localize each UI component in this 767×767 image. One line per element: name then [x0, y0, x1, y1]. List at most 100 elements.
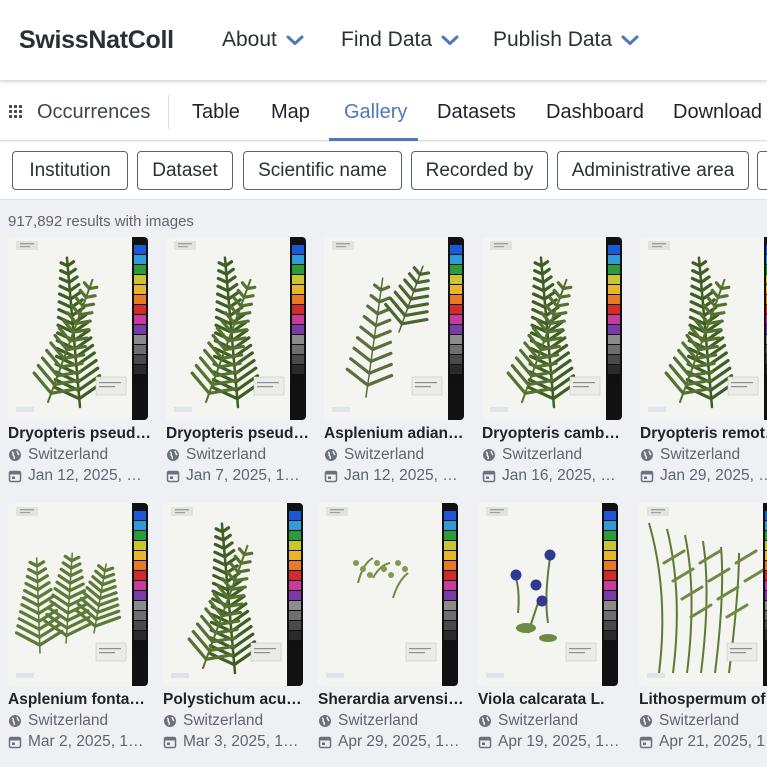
card-date: Jan 7, 2025, 1… — [166, 466, 312, 486]
filter-institution[interactable]: Institution — [12, 151, 128, 190]
card-title[interactable]: Dryopteris pseud… — [8, 425, 154, 443]
card-country-text: Switzerland — [502, 446, 583, 463]
card-title[interactable]: Dryopteris camb… — [482, 425, 628, 443]
nav-about[interactable]: About — [222, 26, 304, 54]
gallery-card[interactable]: Dryopteris camb… Switzerland Jan 16, 2025,… — [482, 237, 632, 484]
card-date-text: Mar 3, 2025, 1… — [183, 733, 299, 750]
card-country-text: Switzerland — [338, 712, 419, 729]
specimen-image[interactable] — [318, 503, 458, 686]
card-date: Mar 2, 2025, 1… — [8, 732, 154, 752]
specimen-image[interactable] — [163, 503, 303, 686]
gallery-card[interactable]: Dryopteris pseud… Switzerland Jan 7, 2025,… — [166, 237, 316, 484]
gallery-card[interactable]: Dryopteris remot… Switzerland Jan 29, 2025… — [640, 237, 767, 484]
gallery-card[interactable]: Sherardia arvensi… Switzerland Apr 29, 202… — [318, 503, 468, 750]
specimen-image[interactable] — [478, 503, 618, 686]
tab-table[interactable]: Table — [192, 100, 240, 124]
card-date: Jan 12, 2025, … — [324, 466, 470, 486]
filter-more[interactable] — [757, 151, 767, 190]
specimen-image[interactable] — [166, 237, 306, 420]
calendar-icon — [478, 735, 492, 749]
globe-icon — [324, 448, 338, 462]
globe-icon — [640, 448, 654, 462]
card-country: Switzerland — [8, 711, 154, 731]
card-country: Switzerland — [166, 445, 312, 465]
gallery-card[interactable]: Lithospermum off… Switzerland Apr 21, 2025… — [639, 503, 767, 750]
card-title[interactable]: Dryopteris remot… — [640, 425, 767, 443]
specimen-image[interactable] — [8, 503, 148, 686]
card-date-text: Mar 2, 2025, 1… — [28, 733, 144, 750]
card-country-text: Switzerland — [28, 712, 109, 729]
view-tab-bar: Occurrences Table Map Gallery Datasets D… — [0, 82, 767, 141]
card-country-text: Switzerland — [28, 446, 109, 463]
tab-download[interactable]: Download — [673, 100, 762, 124]
active-tab-indicator — [329, 138, 418, 141]
results-count: 917,892 results with images — [8, 213, 194, 230]
calendar-icon — [8, 735, 22, 749]
calendar-icon — [8, 469, 22, 483]
filter-dataset[interactable]: Dataset — [137, 151, 233, 190]
globe-icon — [166, 448, 180, 462]
card-country-text: Switzerland — [183, 712, 264, 729]
card-title[interactable]: Lithospermum off… — [639, 691, 767, 709]
globe-icon — [639, 714, 653, 728]
calendar-icon — [163, 735, 177, 749]
tab-divider — [168, 95, 169, 129]
calendar-icon — [166, 469, 180, 483]
tab-map[interactable]: Map — [271, 100, 310, 124]
gallery-card[interactable]: Asplenium fonta… Switzerland Mar 2, 2025, … — [8, 503, 158, 750]
nav-find-data[interactable]: Find Data — [341, 26, 459, 54]
calendar-icon — [639, 735, 653, 749]
card-title[interactable]: Asplenium adian… — [324, 425, 470, 443]
gallery-card[interactable]: Polystichum acu… Switzerland Mar 3, 2025, … — [163, 503, 313, 750]
card-title[interactable]: Dryopteris pseud… — [166, 425, 312, 443]
specimen-image[interactable] — [639, 503, 767, 686]
card-title[interactable]: Viola calcarata L. — [478, 691, 624, 709]
top-header: SwissNatColl About Find Data Publish Dat… — [0, 0, 767, 80]
app-logo[interactable]: SwissNatColl — [19, 26, 174, 55]
tab-dashboard[interactable]: Dashboard — [546, 100, 644, 124]
globe-icon — [318, 714, 332, 728]
gallery-card[interactable]: Viola calcarata L. Switzerland Apr 19, 202… — [478, 503, 628, 750]
filter-administrative-area[interactable]: Administrative area — [557, 151, 749, 190]
card-date-text: Jan 29, 2025, … — [660, 467, 767, 484]
occurrences-menu[interactable]: Occurrences — [9, 100, 150, 124]
card-date-text: Jan 16, 2025, … — [502, 467, 616, 484]
card-country: Switzerland — [639, 711, 767, 731]
card-date-text: Apr 21, 2025, 1… — [659, 733, 767, 750]
card-date: Jan 29, 2025, … — [640, 466, 767, 486]
card-title[interactable]: Polystichum acu… — [163, 691, 309, 709]
card-date: Jan 12, 2025, … — [8, 466, 154, 486]
filter-bar: Institution Dataset Scientific name Reco… — [0, 142, 767, 200]
filter-recorded-by[interactable]: Recorded by — [411, 151, 548, 190]
chevron-down-icon — [441, 34, 459, 46]
specimen-image[interactable] — [8, 237, 148, 420]
card-date: Apr 29, 2025, 1… — [318, 732, 464, 752]
calendar-icon — [482, 469, 496, 483]
gallery-card[interactable]: Dryopteris pseud… Switzerland Jan 12, 2025… — [8, 237, 158, 484]
filter-scientific-name[interactable]: Scientific name — [243, 151, 402, 190]
card-country: Switzerland — [163, 711, 309, 731]
specimen-image[interactable] — [640, 237, 767, 420]
card-country-text: Switzerland — [659, 712, 740, 729]
card-title[interactable]: Sherardia arvensi… — [318, 691, 464, 709]
tab-gallery[interactable]: Gallery — [344, 100, 407, 124]
occurrences-label: Occurrences — [37, 100, 151, 123]
gallery-card[interactable]: Asplenium adian… Switzerland Jan 12, 2025,… — [324, 237, 474, 484]
globe-icon — [163, 714, 177, 728]
specimen-image[interactable] — [482, 237, 622, 420]
tab-datasets[interactable]: Datasets — [437, 100, 516, 124]
card-country-text: Switzerland — [344, 446, 425, 463]
nav-publish-data-label: Publish Data — [493, 28, 613, 51]
nav-about-label: About — [222, 28, 277, 51]
nav-publish-data[interactable]: Publish Data — [493, 26, 639, 54]
card-date-text: Jan 12, 2025, … — [28, 467, 142, 484]
card-title[interactable]: Asplenium fonta… — [8, 691, 154, 709]
globe-icon — [478, 714, 492, 728]
chevron-down-icon — [621, 34, 639, 46]
card-date: Jan 16, 2025, … — [482, 466, 628, 486]
card-country: Switzerland — [478, 711, 624, 731]
specimen-image[interactable] — [324, 237, 464, 420]
grid-icon — [9, 105, 23, 119]
card-country: Switzerland — [8, 445, 154, 465]
globe-icon — [8, 714, 22, 728]
